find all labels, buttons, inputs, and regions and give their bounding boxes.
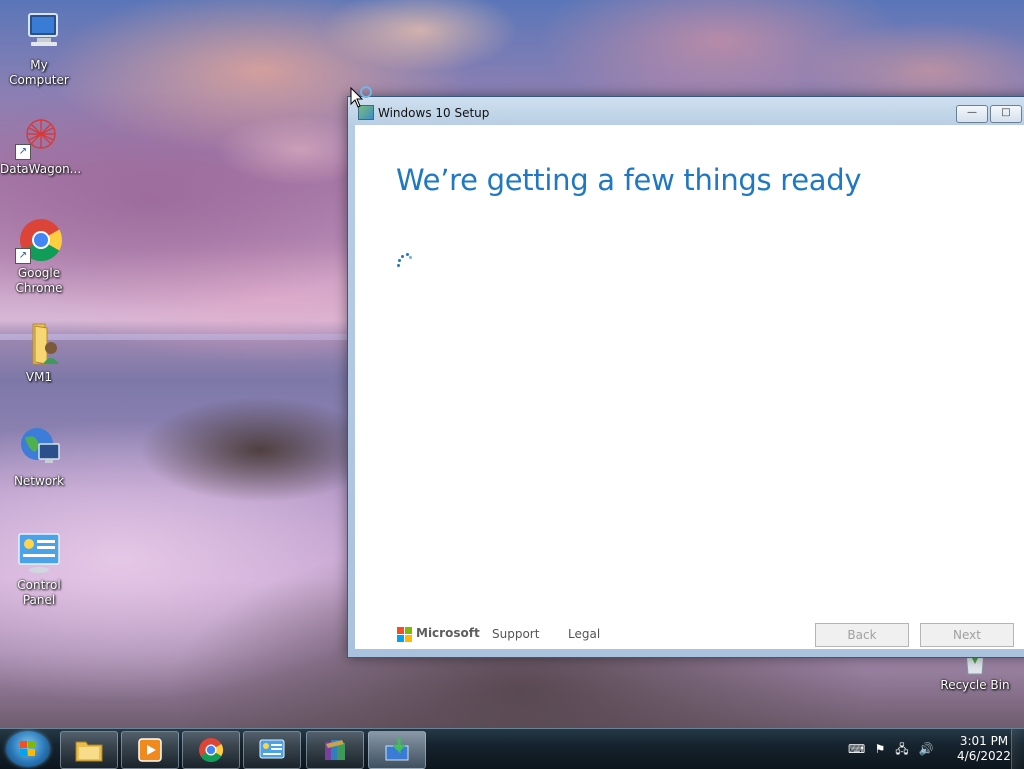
support-link[interactable]: Support — [492, 627, 539, 641]
clock[interactable]: 3:01 PM 4/6/2022 — [954, 734, 1014, 764]
setup-icon — [382, 736, 412, 764]
legal-link[interactable]: Legal — [568, 627, 600, 641]
desktop-icon-vm1[interactable]: VM1 — [0, 320, 78, 385]
setup-content: We’re getting a few things ready Microso… — [355, 125, 1024, 649]
chrome-icon: ↗ — [15, 216, 63, 264]
setup-heading: We’re getting a few things ready — [396, 163, 862, 197]
control-panel-icon — [15, 528, 63, 576]
window-title: Windows 10 Setup — [378, 106, 490, 120]
folder-icon — [74, 736, 104, 764]
back-button[interactable]: Back — [815, 623, 909, 647]
volume-icon[interactable]: 🔊 — [918, 741, 934, 757]
setup-footer: Microsoft Support Legal Back Next — [355, 623, 1024, 649]
busy-cursor-icon — [350, 86, 378, 116]
setup-window[interactable]: Windows 10 Setup — □ We’re getting a few… — [347, 96, 1024, 658]
shortcut-arrow-icon: ↗ — [15, 144, 31, 160]
datawagon-icon: ↗ — [15, 112, 63, 160]
clock-date: 4/6/2022 — [957, 749, 1011, 763]
desktop-icon-label: VM1 — [25, 370, 53, 384]
windows-logo-icon — [20, 741, 36, 757]
desktop-icon-control-panel[interactable]: Control Panel — [0, 528, 78, 608]
microsoft-brand: Microsoft — [416, 626, 480, 640]
window-titlebar[interactable]: Windows 10 Setup — □ — [348, 97, 1024, 125]
desktop-icon-network[interactable]: Network — [0, 424, 78, 489]
microsoft-logo-icon — [397, 627, 412, 642]
desktop-icon-label-line1: Google — [17, 266, 61, 280]
taskbar-winrar[interactable] — [306, 731, 364, 769]
media-player-icon — [135, 736, 165, 764]
network-status-icon[interactable]: 🖧 — [894, 741, 910, 757]
control-panel-icon — [257, 736, 287, 764]
folder-user-icon — [15, 320, 63, 368]
start-button[interactable] — [6, 731, 50, 767]
taskbar-control-panel[interactable] — [243, 731, 301, 769]
taskbar: ⌨ ⚑ 🖧 🔊 3:01 PM 4/6/2022 — [0, 728, 1024, 769]
keyboard-language-icon[interactable]: ⌨ — [848, 741, 865, 757]
archive-icon — [320, 736, 350, 764]
taskbar-media-player[interactable] — [121, 731, 179, 769]
minimize-button[interactable]: — — [956, 105, 988, 123]
taskbar-file-explorer[interactable] — [60, 731, 118, 769]
maximize-button[interactable]: □ — [990, 105, 1022, 123]
taskbar-google-chrome[interactable] — [182, 731, 240, 769]
desktop-icon-label: Network — [13, 474, 65, 488]
desktop-icon-label: DataWagon... — [0, 162, 82, 176]
show-desktop-button[interactable] — [1011, 729, 1024, 769]
desktop-icon-label: My Computer — [9, 58, 69, 87]
desktop-icon-datawagon[interactable]: ↗ DataWagon... — [0, 112, 82, 177]
shortcut-arrow-icon: ↗ — [15, 248, 31, 264]
taskbar-windows-10-setup[interactable] — [368, 731, 426, 769]
desktop-icon-label: Control Panel — [17, 578, 61, 607]
desktop-icon-google-chrome[interactable]: ↗ Google Chrome — [0, 216, 78, 296]
system-tray: ⌨ ⚑ 🖧 🔊 3:01 PM 4/6/2022 — [834, 729, 1024, 769]
network-icon — [15, 424, 63, 472]
clock-time: 3:01 PM — [959, 734, 1009, 748]
chrome-icon — [196, 736, 226, 764]
computer-icon — [15, 8, 63, 56]
action-center-flag-icon[interactable]: ⚑ — [872, 741, 888, 757]
desktop-icon-label-line2: Chrome — [15, 281, 63, 295]
desktop-icon-my-computer[interactable]: My Computer — [0, 8, 78, 88]
loading-spinner-icon — [397, 253, 415, 271]
next-button[interactable]: Next — [920, 623, 1014, 647]
desktop-icon-label: Recycle Bin — [940, 678, 1010, 692]
